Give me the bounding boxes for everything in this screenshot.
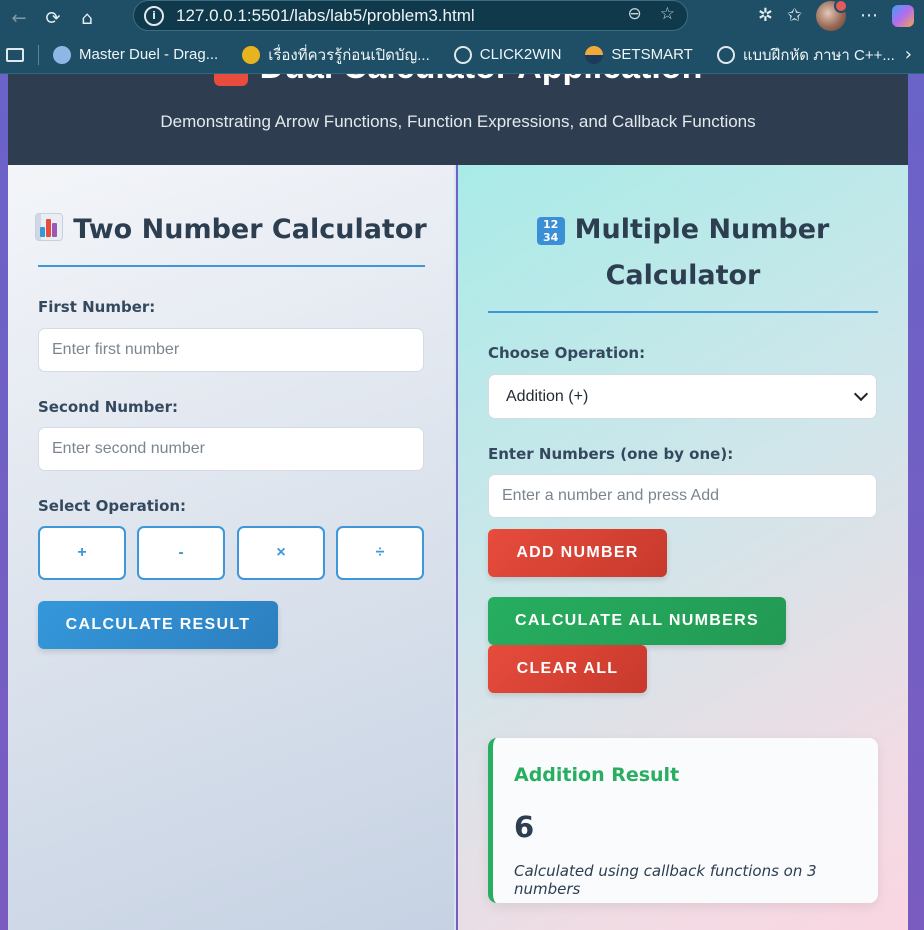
calculate-all-button[interactable]: CALCULATE ALL NUMBERS [488, 597, 786, 645]
bookmark-item[interactable]: SETSMART [585, 45, 693, 64]
favorite-star-icon[interactable]: ☆ [660, 4, 675, 24]
favorites-icon[interactable]: ✩ [787, 5, 802, 26]
subtract-operation-button[interactable]: - [137, 526, 225, 580]
first-number-input[interactable]: Enter first number [38, 328, 424, 372]
copilot-icon[interactable] [892, 4, 914, 27]
bookmarks-bar: Master Duel - Drag... เรื่องที่ควรรู้ก่อ… [0, 36, 924, 74]
title-divider [38, 265, 425, 267]
browser-toolbar: ← ⟳ ⌂ i 127.0.0.1:5501/labs/lab5/problem… [0, 0, 924, 36]
result-title: Addition Result [514, 764, 680, 786]
site-info-icon[interactable]: i [144, 5, 164, 26]
zoom-icon[interactable]: ⊖ [628, 4, 642, 24]
title-divider [488, 311, 878, 313]
bookmarks-folder-icon[interactable] [6, 47, 24, 62]
result-value: 6 [514, 810, 535, 844]
bar-chart-icon [35, 213, 64, 241]
chevron-right-icon[interactable]: › [905, 44, 912, 65]
add-number-button[interactable]: ADD NUMBER [488, 529, 667, 577]
bookmark-label: SETSMART [611, 46, 693, 63]
game-icon [53, 45, 71, 64]
extensions-icon[interactable]: ✲ [758, 5, 773, 26]
bookmark-item[interactable]: Master Duel - Drag... [53, 45, 219, 64]
back-arrow-icon[interactable]: ← [2, 3, 36, 33]
chevron-down-icon [853, 386, 869, 402]
bookmark-label: CLICK2WIN [479, 46, 562, 63]
more-menu-icon[interactable]: ⋯ [860, 5, 878, 26]
address-bar[interactable]: i 127.0.0.1:5501/labs/lab5/problem3.html… [133, 0, 688, 31]
bookmark-label: เรื่องที่ควรรู้ก่อนเปิดบัญ... [268, 46, 430, 64]
bookmark-label: แบบฝึกหัด ภาษา C++... [742, 46, 895, 64]
globe-icon [716, 45, 735, 64]
page-title: Dual Calculator Application [8, 74, 908, 87]
result-card: Addition Result 6 Calculated using callb… [488, 738, 878, 903]
first-number-label: First Number: [38, 298, 156, 316]
bookmark-item[interactable]: แบบฝึกหัด ภาษา C++... [716, 43, 895, 67]
second-number-label: Second Number: [38, 398, 178, 416]
divide-operation-button[interactable]: ÷ [336, 526, 424, 580]
bookmark-label: Master Duel - Drag... [79, 46, 219, 63]
multiple-number-title-line2: Calculator [605, 260, 761, 291]
selected-operation: Addition (+) [506, 387, 589, 405]
bookmark-item[interactable]: CLICK2WIN [453, 45, 562, 64]
multiply-operation-button[interactable]: × [237, 526, 325, 580]
second-number-input[interactable]: Enter second number [38, 427, 424, 471]
add-operation-button[interactable]: + [38, 526, 126, 580]
calculate-result-button[interactable]: CALCULATE RESULT [38, 601, 278, 649]
number-input[interactable]: Enter a number and press Add [488, 474, 877, 518]
operation-select[interactable]: Addition (+) [488, 374, 877, 419]
profile-avatar[interactable] [816, 0, 848, 31]
page-subtitle: Demonstrating Arrow Functions, Function … [160, 112, 756, 131]
two-number-title-text: Two Number Calculator [73, 214, 427, 245]
page-title-text: Dual Calculator Application [260, 74, 703, 86]
multiple-number-title: 12 34 Multiple Number Calculator [458, 207, 908, 299]
multiple-number-title-line1: Multiple Number [574, 214, 830, 245]
home-icon[interactable]: ⌂ [70, 3, 104, 33]
two-number-title: Two Number Calculator [8, 207, 454, 253]
bookmark-separator [38, 44, 39, 65]
bookmark-item[interactable]: เรื่องที่ควรรู้ก่อนเปิดบัญ... [242, 43, 430, 67]
select-operation-label: Select Operation: [38, 497, 187, 515]
app-header: Dual Calculator Application Demonstratin… [8, 74, 908, 165]
choose-operation-label: Choose Operation: [488, 344, 646, 362]
calculator-icon [213, 74, 248, 87]
url-text[interactable]: 127.0.0.1:5501/labs/lab5/problem3.html [176, 6, 475, 26]
globe-icon [453, 45, 472, 64]
set-icon [585, 45, 604, 64]
enter-numbers-label: Enter Numbers (one by one): [488, 445, 734, 463]
bank-icon [242, 45, 261, 64]
reload-icon[interactable]: ⟳ [36, 3, 70, 33]
clear-all-button[interactable]: CLEAR ALL [488, 645, 647, 693]
numbers-icon: 12 34 [536, 217, 565, 245]
result-note: Calculated using callback functions on 3… [514, 862, 817, 898]
